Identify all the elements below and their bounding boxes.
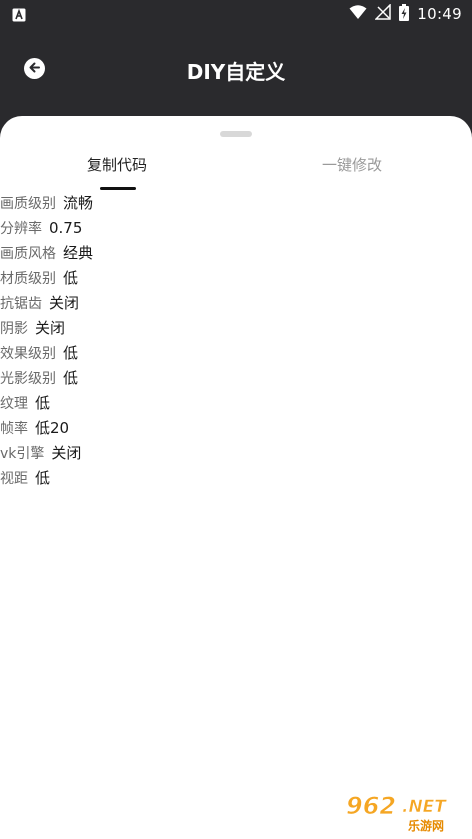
watermark-logo: 962 .NET 乐游网 bbox=[332, 789, 468, 835]
setting-value: 低 bbox=[35, 469, 51, 487]
status-bar: 10:49 bbox=[0, 0, 472, 28]
list-item: 画质级别 流畅 bbox=[0, 190, 472, 215]
list-item: 纹理 低 bbox=[0, 390, 472, 415]
setting-value: 低 bbox=[35, 394, 51, 412]
list-item: 效果级别 低 bbox=[0, 340, 472, 365]
tab-one-click-edit[interactable]: 一键修改 bbox=[322, 154, 382, 175]
setting-label: vk引擎 bbox=[0, 445, 45, 462]
setting-label: 视距 bbox=[0, 470, 28, 487]
content-sheet: 复制代码 一键修改 画质级别 流畅 分辨率 0.75 画质风格 经典 材质级别 … bbox=[0, 116, 472, 839]
setting-label: 材质级别 bbox=[0, 270, 56, 287]
setting-value: 0.75 bbox=[49, 218, 83, 237]
svg-text:962: 962 bbox=[346, 792, 396, 820]
svg-text:.NET: .NET bbox=[402, 797, 447, 817]
svg-text:乐游网: 乐游网 bbox=[408, 818, 444, 833]
setting-value: 低 bbox=[63, 344, 79, 362]
list-item: 帧率 低20 bbox=[0, 415, 472, 440]
setting-value: 关闭 bbox=[49, 294, 80, 312]
setting-label: 画质风格 bbox=[0, 245, 56, 262]
list-item: 阴影 关闭 bbox=[0, 315, 472, 340]
setting-value: 低20 bbox=[35, 419, 70, 437]
list-item: 光影级别 低 bbox=[0, 365, 472, 390]
setting-label: 效果级别 bbox=[0, 345, 56, 362]
notification-a-icon bbox=[12, 7, 26, 22]
setting-label: 分辨率 bbox=[0, 220, 42, 237]
setting-value: 流畅 bbox=[63, 194, 94, 212]
setting-label: 帧率 bbox=[0, 420, 28, 437]
list-item: vk引擎 关闭 bbox=[0, 440, 472, 465]
list-item: 视距 低 bbox=[0, 465, 472, 490]
list-item: 分辨率 0.75 bbox=[0, 215, 472, 240]
status-icons: 10:49 bbox=[349, 3, 462, 25]
setting-value: 低 bbox=[63, 369, 79, 387]
setting-label: 纹理 bbox=[0, 395, 28, 412]
setting-label: 阴影 bbox=[0, 320, 28, 337]
signal-icon bbox=[374, 3, 392, 24]
page-title: DIY自定义 bbox=[186, 60, 286, 84]
setting-value: 关闭 bbox=[51, 444, 82, 462]
sheet-drag-handle[interactable] bbox=[220, 131, 252, 137]
battery-charging-icon bbox=[399, 3, 410, 25]
list-item: 抗锯齿 关闭 bbox=[0, 290, 472, 315]
tab-bar: 复制代码 一键修改 bbox=[0, 150, 472, 190]
list-item: 材质级别 低 bbox=[0, 265, 472, 290]
tab-copy-code[interactable]: 复制代码 bbox=[87, 154, 147, 175]
setting-value: 低 bbox=[63, 269, 79, 287]
setting-value: 关闭 bbox=[35, 319, 66, 337]
app-screen: 10:49 DIY自定义 复制代码 一键修改 画质级别 流畅 分辨率 0.75 … bbox=[0, 0, 472, 839]
setting-label: 抗锯齿 bbox=[0, 295, 42, 312]
settings-list: 画质级别 流畅 分辨率 0.75 画质风格 经典 材质级别 低 抗锯齿 关闭 阴… bbox=[0, 190, 472, 490]
setting-value: 经典 bbox=[63, 244, 94, 262]
wifi-icon bbox=[349, 4, 367, 24]
setting-label: 画质级别 bbox=[0, 195, 56, 212]
list-item: 画质风格 经典 bbox=[0, 240, 472, 265]
setting-label: 光影级别 bbox=[0, 370, 56, 387]
status-time: 10:49 bbox=[417, 5, 462, 23]
app-header: DIY自定义 bbox=[0, 28, 472, 118]
